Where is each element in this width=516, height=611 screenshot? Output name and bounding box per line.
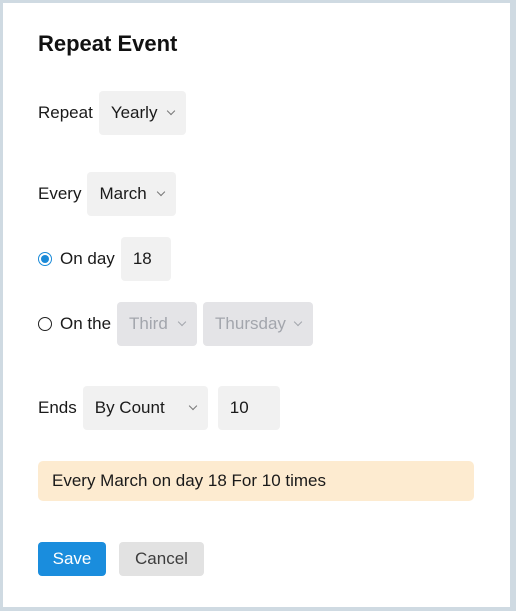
repeat-label: Repeat — [38, 103, 93, 122]
chevron-down-icon — [293, 317, 303, 327]
on-the-radio[interactable] — [38, 317, 52, 331]
ordinal-select-value: Third — [129, 314, 168, 333]
month-select[interactable]: March — [87, 172, 177, 216]
chevron-down-icon — [177, 317, 187, 327]
weekday-select[interactable]: Thursday — [203, 302, 314, 346]
on-the-label: On the — [60, 314, 112, 333]
chevron-down-icon — [188, 401, 197, 411]
month-select-value: March — [99, 184, 147, 203]
on-day-row: On day 18 — [38, 237, 171, 281]
ends-select-value: By Count — [94, 398, 165, 417]
day-input[interactable]: 18 — [120, 237, 171, 281]
count-input[interactable]: 10 — [217, 386, 280, 430]
weekday-select-value: Thursday — [215, 314, 286, 333]
chevron-down-icon — [166, 106, 176, 116]
ordinal-select[interactable]: Third — [117, 302, 198, 346]
repeat-row: Repeat Yearly — [38, 91, 186, 135]
on-day-label: On day — [60, 249, 115, 268]
ends-label: Ends — [38, 398, 77, 417]
save-button[interactable]: Save — [38, 542, 106, 576]
chevron-down-icon — [157, 187, 166, 197]
summary-text: Every March on day 18 For 10 times — [52, 471, 327, 490]
every-label: Every — [38, 184, 82, 203]
every-row: Every March — [38, 172, 177, 216]
on-day-radio[interactable] — [38, 252, 52, 266]
repeat-select[interactable]: Yearly — [98, 91, 186, 135]
repeat-event-dialog: Repeat Event Repeat Yearly Every March O… — [3, 3, 510, 607]
cancel-button[interactable]: Cancel — [119, 542, 204, 576]
ends-row: Ends By Count 10 — [38, 386, 280, 430]
ends-select[interactable]: By Count — [82, 386, 208, 430]
dialog-title: Repeat Event — [38, 31, 178, 56]
on-the-row: On the Third Thursday — [38, 302, 314, 346]
repeat-select-value: Yearly — [110, 103, 158, 122]
summary-banner: Every March on day 18 For 10 times — [38, 461, 474, 501]
